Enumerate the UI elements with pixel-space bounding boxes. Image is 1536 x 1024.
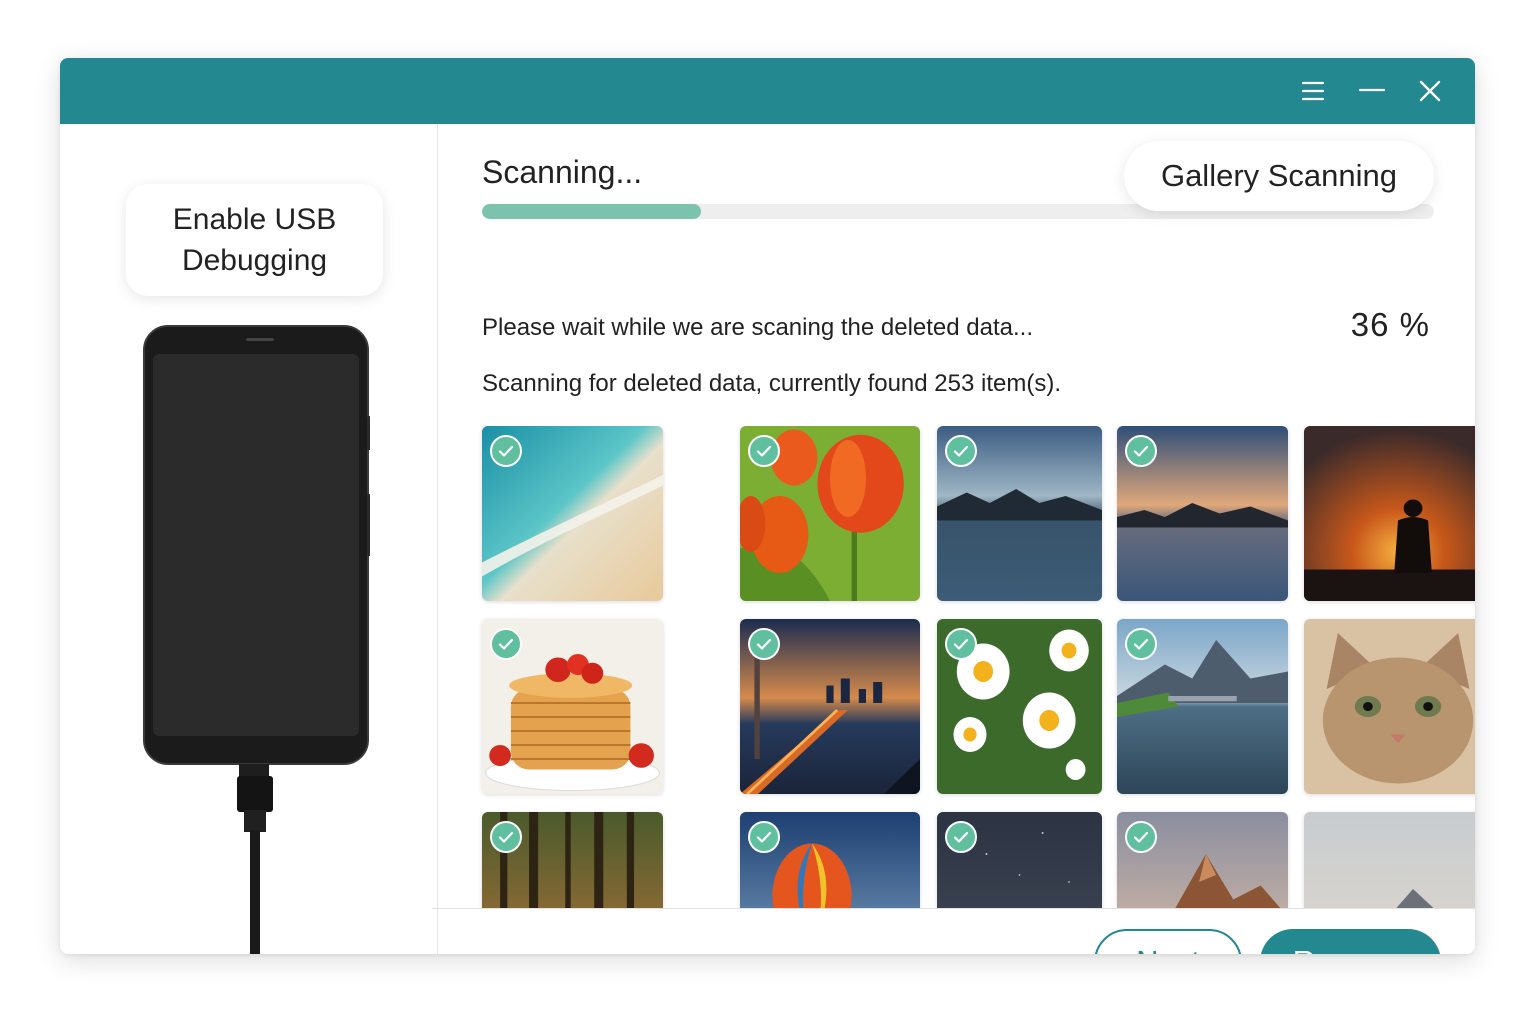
selected-check-icon[interactable] [945, 821, 977, 853]
found-items-message: Scanning for deleted data, currently fou… [482, 370, 1061, 397]
photo-thumbnail-sunset-silhouette[interactable] [1304, 426, 1475, 601]
phone-icon [140, 324, 371, 954]
next-button-label: Next [1136, 944, 1200, 954]
scan-percent: 36 % [1350, 306, 1430, 343]
selected-check-icon[interactable] [1125, 628, 1157, 660]
app-window: Enable USB Debugging Scanning... Gallery… [60, 58, 1475, 954]
next-button[interactable]: Next [1094, 929, 1242, 954]
scan-progress-fill [482, 204, 701, 219]
gallery-scanning-badge: Gallery Scanning [1124, 141, 1434, 211]
scan-panel: Scanning... Gallery Scanning Please wait… [432, 124, 1475, 954]
scan-status-title: Scanning... [482, 154, 643, 190]
recover-button-label: Recover [1293, 944, 1408, 954]
wait-message: Please wait while we are scaning the del… [482, 314, 1034, 341]
usb-card-label: Enable USB Debugging [172, 203, 337, 277]
photo-thumbnail-misty-mountain[interactable] [1304, 812, 1475, 908]
selected-check-icon[interactable] [490, 821, 522, 853]
enable-usb-debugging-card[interactable]: Enable USB Debugging [126, 184, 383, 296]
selected-check-icon[interactable] [945, 435, 977, 467]
minimize-icon[interactable] [1357, 76, 1387, 106]
selected-check-icon[interactable] [1125, 435, 1157, 467]
menu-icon[interactable] [1298, 76, 1328, 106]
device-panel: Enable USB Debugging [60, 124, 438, 954]
selected-check-icon[interactable] [490, 628, 522, 660]
gallery-scanning-label: Gallery Scanning [1160, 158, 1398, 193]
title-bar [60, 58, 1475, 124]
selected-check-icon[interactable] [1125, 821, 1157, 853]
photo-grid[interactable] [438, 426, 1475, 908]
photo-thumbnail-cat[interactable] [1304, 619, 1475, 794]
footer-divider [432, 908, 1475, 909]
close-icon[interactable] [1415, 76, 1445, 106]
selected-check-icon[interactable] [490, 435, 522, 467]
selected-check-icon[interactable] [748, 435, 780, 467]
recover-button[interactable]: Recover [1260, 929, 1441, 954]
selected-check-icon[interactable] [748, 628, 780, 660]
selected-check-icon[interactable] [945, 628, 977, 660]
selected-check-icon[interactable] [748, 821, 780, 853]
